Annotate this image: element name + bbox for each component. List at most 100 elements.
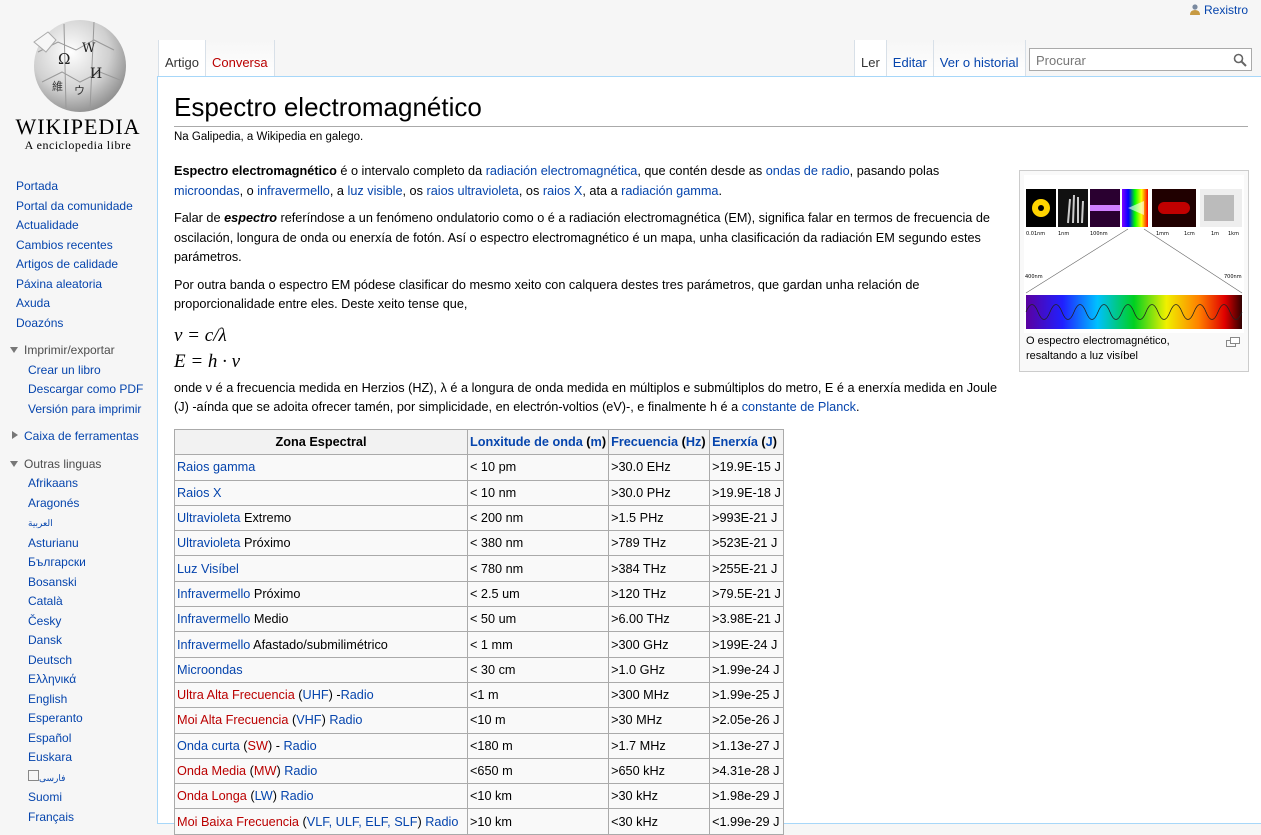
link-electromagnetic-radiation[interactable]: radiación electromagnética bbox=[486, 164, 638, 178]
lang-link[interactable]: العربية bbox=[28, 518, 53, 528]
zone-link[interactable]: Radio bbox=[284, 764, 317, 778]
link-visible-light[interactable]: luz visible bbox=[348, 184, 403, 198]
tab-article[interactable]: Artigo bbox=[158, 40, 205, 77]
lang-link[interactable]: Esperanto bbox=[28, 711, 83, 725]
lang-link[interactable]: Česky bbox=[28, 614, 61, 628]
register-link[interactable]: Rexistro bbox=[1204, 3, 1248, 17]
lang-link[interactable]: Español bbox=[28, 731, 71, 745]
zone-link[interactable]: VLF, ULF, ELF, SLF bbox=[307, 815, 418, 829]
tab-edit[interactable]: Editar bbox=[885, 40, 933, 77]
nav-current-events[interactable]: Actualidade bbox=[16, 218, 79, 232]
lang-link[interactable]: English bbox=[28, 692, 67, 706]
spectrum-table: Zona Espectral Lonxitude de onda (m) Fre… bbox=[174, 428, 784, 835]
wikipedia-logo[interactable]: Ω W И 維 ウ WIKIPEDIA A enciclopedia libre bbox=[0, 0, 156, 160]
link-ultraviolet[interactable]: raios ultravioleta bbox=[426, 184, 518, 198]
zone-link[interactable]: Raios gamma bbox=[177, 460, 255, 474]
cell-energy: >1.13e-27 J bbox=[709, 732, 784, 759]
zone-link[interactable]: Infravermello bbox=[177, 587, 250, 601]
zone-link[interactable]: UHF bbox=[303, 688, 329, 702]
wikipedia-globe-icon: Ω W И 維 ウ bbox=[33, 20, 126, 112]
zone-link[interactable]: LW bbox=[255, 789, 273, 803]
zone-link[interactable]: Radio bbox=[280, 789, 313, 803]
nav-community-portal[interactable]: Portal da comunidade bbox=[16, 199, 133, 213]
zone-link[interactable]: VHF bbox=[296, 713, 321, 727]
lang-link[interactable]: فارسی bbox=[39, 773, 65, 783]
link-gamma-radiation[interactable]: radiación gamma bbox=[621, 184, 718, 198]
zone-link[interactable]: Radio bbox=[341, 688, 374, 702]
zone-redlink[interactable]: Onda Longa bbox=[177, 789, 247, 803]
zone-redlink[interactable]: Onda Media bbox=[177, 764, 246, 778]
search-icon[interactable] bbox=[1233, 53, 1247, 67]
zone-link[interactable]: Infravermello bbox=[177, 612, 250, 626]
cell-wavelength: < 50 um bbox=[466, 606, 610, 633]
create-book-link[interactable]: Crear un libro bbox=[28, 363, 101, 377]
zone-link[interactable]: Ultravioleta bbox=[177, 536, 240, 550]
lang-link[interactable]: Български bbox=[28, 555, 86, 569]
zone-text: Extremo bbox=[240, 511, 292, 526]
link-radio-waves[interactable]: ondas de radio bbox=[766, 164, 850, 178]
cell-energy: <1.99e-29 J bbox=[709, 808, 784, 835]
link-infrared[interactable]: infravermello bbox=[257, 184, 330, 198]
nav-featured-articles[interactable]: Artigos de calidade bbox=[16, 257, 118, 271]
table-row: Luz Visíbel < 780 nm >384 THz >255E-21 J bbox=[174, 555, 784, 582]
cell-zone: Infravermello Próximo bbox=[174, 580, 468, 608]
spectrum-image[interactable]: 0.01nm 1nm 100nm 1mm 1cm 1m 1km 400nm 70… bbox=[1024, 175, 1244, 333]
toolbox-header[interactable]: Caixa de ferramentas bbox=[0, 427, 156, 447]
zone-redlink[interactable]: MW bbox=[254, 764, 277, 778]
zone-link[interactable]: Luz Visíbel bbox=[177, 562, 239, 576]
lang-link[interactable]: Bosanski bbox=[28, 575, 77, 589]
lang-link[interactable]: Deutsch bbox=[28, 653, 72, 667]
cell-zone: Ultravioleta Extremo bbox=[174, 504, 468, 532]
print-export-list: Crear un libro Descargar como PDF Versió… bbox=[0, 361, 156, 420]
zone-redlink[interactable]: Ultra Alta Frecuencia bbox=[177, 688, 295, 702]
zone-redlink[interactable]: Moi Alta Frecuencia bbox=[177, 713, 288, 727]
cell-frequency: >30 MHz bbox=[608, 707, 711, 734]
print-export-header[interactable]: Imprimir/exportar bbox=[0, 341, 156, 361]
zone-link[interactable]: Radio bbox=[425, 815, 458, 829]
nav-random-page[interactable]: Páxina aleatoria bbox=[16, 277, 102, 291]
cell-zone: Onda Media (MW) Radio bbox=[174, 757, 468, 785]
zone-redlink[interactable]: Moi Baixa Frecuencia bbox=[177, 815, 299, 829]
magnify-icon[interactable] bbox=[1226, 337, 1240, 347]
lang-link[interactable]: Català bbox=[28, 594, 63, 608]
lang-link[interactable]: Dansk bbox=[28, 633, 62, 647]
zone-link[interactable]: Raios X bbox=[177, 486, 221, 500]
table-header-row: Zona Espectral Lonxitude de onda (m) Fre… bbox=[174, 428, 784, 456]
tab-talk[interactable]: Conversa bbox=[204, 40, 275, 77]
lang-link[interactable]: Français bbox=[28, 810, 74, 824]
cell-wavelength: < 30 cm bbox=[466, 656, 610, 683]
search-input[interactable] bbox=[1034, 50, 1228, 71]
zone-link[interactable]: Radio bbox=[284, 739, 317, 753]
download-pdf-link[interactable]: Descargar como PDF bbox=[28, 382, 143, 396]
link-x-rays[interactable]: raios X bbox=[543, 184, 583, 198]
zone-link[interactable]: Ultravioleta bbox=[177, 511, 240, 525]
cell-zone: Ultravioleta Próximo bbox=[174, 530, 468, 557]
lang-link[interactable]: Ελληνικά bbox=[28, 672, 76, 686]
zone-redlink[interactable]: SW bbox=[248, 739, 268, 753]
lang-link[interactable]: Aragonés bbox=[28, 496, 79, 510]
nav-portada[interactable]: Portada bbox=[16, 179, 58, 193]
printable-version-link[interactable]: Versión para imprimir bbox=[28, 402, 141, 416]
lang-link[interactable]: Suomi bbox=[28, 790, 62, 804]
cell-frequency: >300 GHz bbox=[608, 631, 711, 658]
tab-read[interactable]: Ler bbox=[854, 40, 886, 77]
link-planck-constant[interactable]: constante de Planck bbox=[742, 400, 856, 414]
zone-link[interactable]: Microondas bbox=[177, 663, 243, 677]
languages-header[interactable]: Outras linguas bbox=[0, 455, 156, 475]
scale-label: 1cm bbox=[1184, 231, 1195, 237]
nav-recent-changes[interactable]: Cambios recentes bbox=[16, 238, 113, 252]
nav-donations[interactable]: Doazóns bbox=[16, 316, 63, 330]
zone-link[interactable]: Radio bbox=[329, 713, 362, 727]
zone-link[interactable]: Onda curta bbox=[177, 739, 240, 753]
lang-link[interactable]: Euskara bbox=[28, 750, 72, 764]
cell-zone: Infravermello Afastado/submilimétrico bbox=[174, 631, 468, 658]
lang-link[interactable]: Afrikaans bbox=[28, 476, 78, 490]
nav-help[interactable]: Axuda bbox=[16, 296, 50, 310]
lang-link[interactable]: Asturianu bbox=[28, 536, 79, 550]
zone-link[interactable]: Infravermello bbox=[177, 638, 250, 652]
table-row: Moi Baixa Frecuencia (VLF, ULF, ELF, SLF… bbox=[174, 808, 784, 835]
header-energy: Enerxía (J) bbox=[709, 428, 784, 456]
tab-history[interactable]: Ver o historial bbox=[932, 40, 1026, 77]
zone-text: ( bbox=[246, 764, 254, 778]
link-microwaves[interactable]: microondas bbox=[174, 184, 240, 198]
